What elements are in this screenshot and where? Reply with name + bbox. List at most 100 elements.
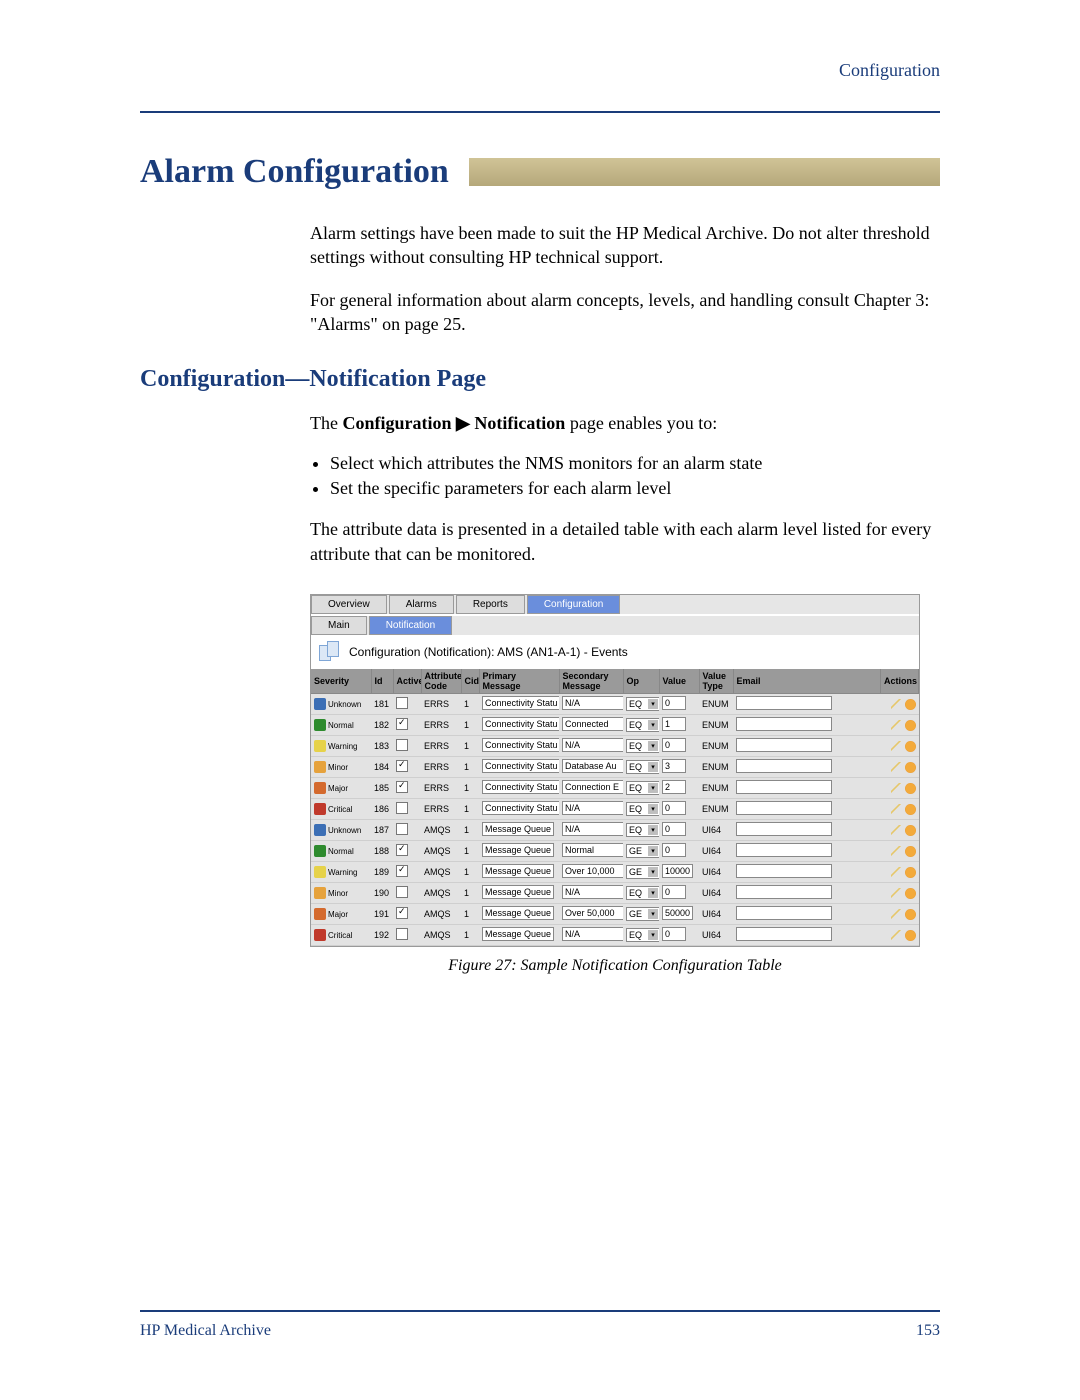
active-checkbox[interactable] <box>396 865 408 877</box>
email-input[interactable] <box>736 717 832 731</box>
edit-icon[interactable] <box>891 867 902 878</box>
value-input[interactable]: 0 <box>662 843 686 857</box>
op-select[interactable]: GE▾ <box>626 844 659 858</box>
primary-input[interactable]: Message Queue <box>482 885 554 899</box>
secondary-input[interactable]: Normal <box>562 843 623 857</box>
edit-icon[interactable] <box>891 741 902 752</box>
value-input[interactable]: 1 <box>662 717 686 731</box>
subtab-main[interactable]: Main <box>311 616 367 635</box>
delete-icon[interactable] <box>905 762 916 773</box>
delete-icon[interactable] <box>905 930 916 941</box>
value-input[interactable]: 0 <box>662 927 686 941</box>
edit-icon[interactable] <box>891 909 902 920</box>
primary-input[interactable]: Connectivity Statu <box>482 696 559 710</box>
delete-icon[interactable] <box>905 867 916 878</box>
edit-icon[interactable] <box>891 846 902 857</box>
op-select[interactable]: EQ▾ <box>626 886 659 900</box>
active-checkbox[interactable] <box>396 697 408 709</box>
active-checkbox[interactable] <box>396 823 408 835</box>
active-checkbox[interactable] <box>396 844 408 856</box>
primary-input[interactable]: Connectivity Statu <box>482 738 559 752</box>
op-select[interactable]: EQ▾ <box>626 823 659 837</box>
active-checkbox[interactable] <box>396 781 408 793</box>
value-input[interactable]: 0 <box>662 822 686 836</box>
delete-icon[interactable] <box>905 888 916 899</box>
edit-icon[interactable] <box>891 783 902 794</box>
email-input[interactable] <box>736 759 832 773</box>
primary-input[interactable]: Message Queue <box>482 927 554 941</box>
secondary-input[interactable]: N/A <box>562 801 623 815</box>
value-input[interactable]: 10000 <box>662 864 693 878</box>
edit-icon[interactable] <box>891 699 902 710</box>
value-input[interactable]: 3 <box>662 759 686 773</box>
delete-icon[interactable] <box>905 825 916 836</box>
tab-overview[interactable]: Overview <box>311 595 387 614</box>
secondary-input[interactable]: Connected <box>562 717 623 731</box>
secondary-input[interactable]: Connection E <box>562 780 623 794</box>
secondary-input[interactable]: N/A <box>562 885 623 899</box>
secondary-input[interactable]: N/A <box>562 696 623 710</box>
edit-icon[interactable] <box>891 825 902 836</box>
delete-icon[interactable] <box>905 846 916 857</box>
secondary-input[interactable]: N/A <box>562 822 623 836</box>
email-input[interactable] <box>736 780 832 794</box>
op-select[interactable]: EQ▾ <box>626 739 659 753</box>
value-input[interactable]: 50000 <box>662 906 693 920</box>
active-checkbox[interactable] <box>396 718 408 730</box>
op-select[interactable]: EQ▾ <box>626 697 659 711</box>
value-input[interactable]: 0 <box>662 738 686 752</box>
delete-icon[interactable] <box>905 783 916 794</box>
email-input[interactable] <box>736 927 832 941</box>
op-select[interactable]: GE▾ <box>626 907 659 921</box>
op-select[interactable]: EQ▾ <box>626 802 659 816</box>
email-input[interactable] <box>736 696 832 710</box>
tab-alarms[interactable]: Alarms <box>389 595 454 614</box>
delete-icon[interactable] <box>905 909 916 920</box>
active-checkbox[interactable] <box>396 907 408 919</box>
subtab-notification[interactable]: Notification <box>369 616 452 635</box>
primary-input[interactable]: Connectivity Statu <box>482 759 559 773</box>
primary-input[interactable]: Message Queue <box>482 864 554 878</box>
primary-input[interactable]: Connectivity Statu <box>482 801 559 815</box>
email-input[interactable] <box>736 801 832 815</box>
email-input[interactable] <box>736 864 832 878</box>
email-input[interactable] <box>736 843 832 857</box>
edit-icon[interactable] <box>891 888 902 899</box>
email-input[interactable] <box>736 885 832 899</box>
edit-icon[interactable] <box>891 804 902 815</box>
primary-input[interactable]: Message Queue <box>482 906 554 920</box>
primary-input[interactable]: Connectivity Statu <box>482 717 559 731</box>
tab-configuration[interactable]: Configuration <box>527 595 620 614</box>
secondary-input[interactable]: Database Au <box>562 759 623 773</box>
primary-input[interactable]: Connectivity Statu <box>482 780 559 794</box>
active-checkbox[interactable] <box>396 886 408 898</box>
edit-icon[interactable] <box>891 930 902 941</box>
delete-icon[interactable] <box>905 699 916 710</box>
delete-icon[interactable] <box>905 741 916 752</box>
edit-icon[interactable] <box>891 762 902 773</box>
active-checkbox[interactable] <box>396 802 408 814</box>
secondary-input[interactable]: Over 50,000 <box>562 906 623 920</box>
op-select[interactable]: EQ▾ <box>626 928 659 942</box>
value-input[interactable]: 2 <box>662 780 686 794</box>
op-select[interactable]: EQ▾ <box>626 718 659 732</box>
value-input[interactable]: 0 <box>662 885 686 899</box>
secondary-input[interactable]: N/A <box>562 738 623 752</box>
value-input[interactable]: 0 <box>662 801 686 815</box>
secondary-input[interactable]: N/A <box>562 927 623 941</box>
email-input[interactable] <box>736 738 832 752</box>
delete-icon[interactable] <box>905 720 916 731</box>
primary-input[interactable]: Message Queue <box>482 822 554 836</box>
primary-input[interactable]: Message Queue <box>482 843 554 857</box>
op-select[interactable]: GE▾ <box>626 865 659 879</box>
email-input[interactable] <box>736 822 832 836</box>
value-input[interactable]: 0 <box>662 696 686 710</box>
email-input[interactable] <box>736 906 832 920</box>
secondary-input[interactable]: Over 10,000 <box>562 864 623 878</box>
active-checkbox[interactable] <box>396 760 408 772</box>
tab-reports[interactable]: Reports <box>456 595 525 614</box>
delete-icon[interactable] <box>905 804 916 815</box>
edit-icon[interactable] <box>891 720 902 731</box>
op-select[interactable]: EQ▾ <box>626 781 659 795</box>
active-checkbox[interactable] <box>396 739 408 751</box>
